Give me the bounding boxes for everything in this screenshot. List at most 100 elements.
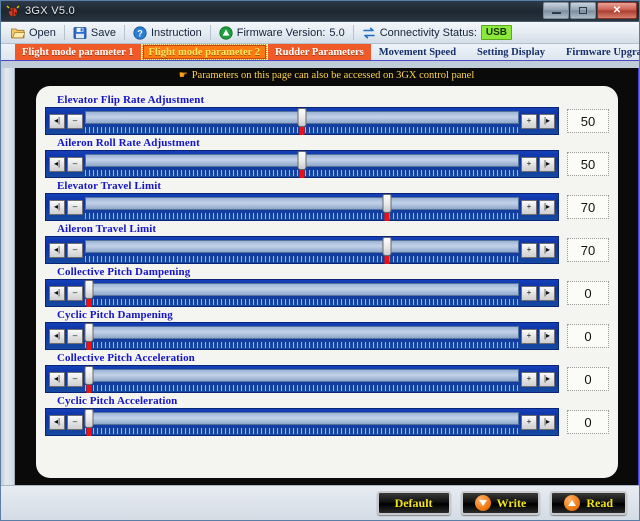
- slider-decrement-button[interactable]: –: [67, 414, 83, 430]
- default-button[interactable]: Default: [376, 491, 451, 515]
- slider-value-field[interactable]: 0: [567, 281, 609, 305]
- slider-thumb[interactable]: [84, 280, 94, 299]
- open-button[interactable]: Open: [5, 25, 62, 41]
- slider-increment-button[interactable]: +: [521, 371, 537, 387]
- connectivity-status-item[interactable]: Connectivity Status: USB: [356, 24, 518, 41]
- slider-increment-button[interactable]: +: [521, 414, 537, 430]
- slider-decrement-button[interactable]: –: [67, 328, 83, 344]
- slider-thumb[interactable]: [84, 409, 94, 428]
- slider-home-button[interactable]: ◂|: [49, 414, 65, 430]
- slider-track-wrap[interactable]: [84, 279, 519, 307]
- slider-control[interactable]: ◂| – + |▸: [45, 408, 559, 436]
- save-button[interactable]: Save: [67, 25, 122, 41]
- slider-increment-button[interactable]: +: [521, 328, 537, 344]
- slider-end-button[interactable]: |▸: [539, 156, 555, 172]
- maximize-button[interactable]: [570, 2, 596, 19]
- slider-home-button[interactable]: ◂|: [49, 371, 65, 387]
- toolbar-separator: [209, 25, 211, 40]
- slider-value-field[interactable]: 50: [567, 152, 609, 176]
- slider-decrement-button[interactable]: –: [67, 371, 83, 387]
- slider-track[interactable]: [85, 240, 519, 253]
- slider-increment-button[interactable]: +: [521, 156, 537, 172]
- slider-label: Aileron Roll Rate Adjustment: [57, 137, 200, 149]
- slider-decrement-button[interactable]: –: [67, 199, 83, 215]
- close-button[interactable]: ✕: [597, 2, 637, 19]
- slider-increment-button[interactable]: +: [521, 242, 537, 258]
- slider-increment-button[interactable]: +: [521, 285, 537, 301]
- slider-track[interactable]: [85, 369, 519, 382]
- slider-end-button[interactable]: |▸: [539, 199, 555, 215]
- slider-value-field[interactable]: 0: [567, 410, 609, 434]
- slider-increment-button[interactable]: +: [521, 199, 537, 215]
- slider-value-field[interactable]: 50: [567, 109, 609, 133]
- slider-thumb[interactable]: [84, 366, 94, 385]
- slider-home-button[interactable]: ◂|: [49, 113, 65, 129]
- slider-end-button[interactable]: |▸: [539, 414, 555, 430]
- slider-track-wrap[interactable]: [84, 408, 519, 436]
- slider-end-button[interactable]: |▸: [539, 285, 555, 301]
- slider-track[interactable]: [85, 197, 519, 210]
- slider-track-wrap[interactable]: [85, 150, 519, 178]
- slider-control[interactable]: ◂| – + |▸: [45, 150, 559, 178]
- toolbar-separator: [124, 25, 125, 40]
- slider-track-wrap[interactable]: [85, 193, 519, 221]
- help-question-icon: ?: [133, 25, 147, 40]
- minimize-button[interactable]: [543, 2, 569, 19]
- slider-control[interactable]: ◂| – + |▸: [45, 365, 559, 393]
- slider-increment-button[interactable]: +: [521, 113, 537, 129]
- write-button[interactable]: Write: [460, 491, 541, 515]
- tab-setting-display[interactable]: Setting Display: [470, 44, 552, 60]
- slider-thumb[interactable]: [297, 108, 307, 127]
- slider-decrement-button[interactable]: –: [67, 113, 83, 129]
- slider-control[interactable]: ◂| – + |▸: [45, 193, 559, 221]
- slider-home-button[interactable]: ◂|: [49, 156, 65, 172]
- slider-track[interactable]: [85, 326, 519, 339]
- tab-flight-mode-parameter-1[interactable]: Flight mode parameter 1: [15, 44, 141, 60]
- slider-home-button[interactable]: ◂|: [49, 328, 65, 344]
- slider-track-wrap[interactable]: [84, 322, 519, 350]
- slider-value-field[interactable]: 0: [567, 367, 609, 391]
- write-label: Write: [496, 495, 527, 510]
- window-controls: ✕: [543, 2, 637, 19]
- slider-control[interactable]: ◂| – + |▸: [45, 107, 559, 135]
- tab-rudder-parameters[interactable]: Rudder Parameters: [268, 44, 371, 60]
- slider-track-wrap[interactable]: [85, 107, 519, 135]
- slider-control[interactable]: ◂| – + |▸: [45, 279, 559, 307]
- read-button[interactable]: Read: [550, 491, 627, 515]
- slider-home-button[interactable]: ◂|: [49, 285, 65, 301]
- slider-home-button[interactable]: ◂|: [49, 242, 65, 258]
- slider-decrement-button[interactable]: –: [67, 285, 83, 301]
- slider-track[interactable]: [85, 412, 519, 425]
- slider-end-button[interactable]: |▸: [539, 328, 555, 344]
- firmware-value: 5.0: [329, 26, 345, 39]
- slider-end-button[interactable]: |▸: [539, 113, 555, 129]
- slider-thumb[interactable]: [382, 194, 392, 213]
- slider-decrement-button[interactable]: –: [67, 156, 83, 172]
- slider-control[interactable]: ◂| – + |▸: [45, 322, 559, 350]
- tab-flight-mode-parameter-2[interactable]: Flight mode parameter 2: [141, 44, 267, 60]
- slider-decrement-button[interactable]: –: [67, 242, 83, 258]
- slider-thumb[interactable]: [382, 237, 392, 256]
- slider-value-field[interactable]: 70: [567, 195, 609, 219]
- firmware-version-item[interactable]: Firmware Version: 5.0: [213, 25, 351, 41]
- slider-track[interactable]: [85, 283, 519, 296]
- slider-value-field[interactable]: 70: [567, 238, 609, 262]
- instruction-button[interactable]: ? Instruction: [127, 25, 208, 41]
- slider-value-field[interactable]: 0: [567, 324, 609, 348]
- svg-text:?: ?: [137, 28, 143, 38]
- slider-track-wrap[interactable]: [84, 365, 519, 393]
- slider-control[interactable]: ◂| – + |▸: [45, 236, 559, 264]
- slider-red-marker: [86, 342, 92, 350]
- tab-bar: Flight mode parameter 1 Flight mode para…: [1, 44, 640, 61]
- slider-red-marker: [86, 299, 92, 307]
- slider-thumb[interactable]: [297, 151, 307, 170]
- slider-home-button[interactable]: ◂|: [49, 199, 65, 215]
- tab-movement-speed[interactable]: Movement Speed: [372, 44, 463, 60]
- slider-end-button[interactable]: |▸: [539, 242, 555, 258]
- slider-thumb[interactable]: [84, 323, 94, 342]
- slider-label: Elevator Travel Limit: [57, 180, 162, 192]
- slider-row-aileron-travel-limit: Aileron Travel Limit ◂| – + |▸ 70: [45, 223, 609, 264]
- slider-track-wrap[interactable]: [85, 236, 519, 264]
- tab-firmware-upgrade[interactable]: Firmware Upgrade: [559, 44, 640, 60]
- slider-end-button[interactable]: |▸: [539, 371, 555, 387]
